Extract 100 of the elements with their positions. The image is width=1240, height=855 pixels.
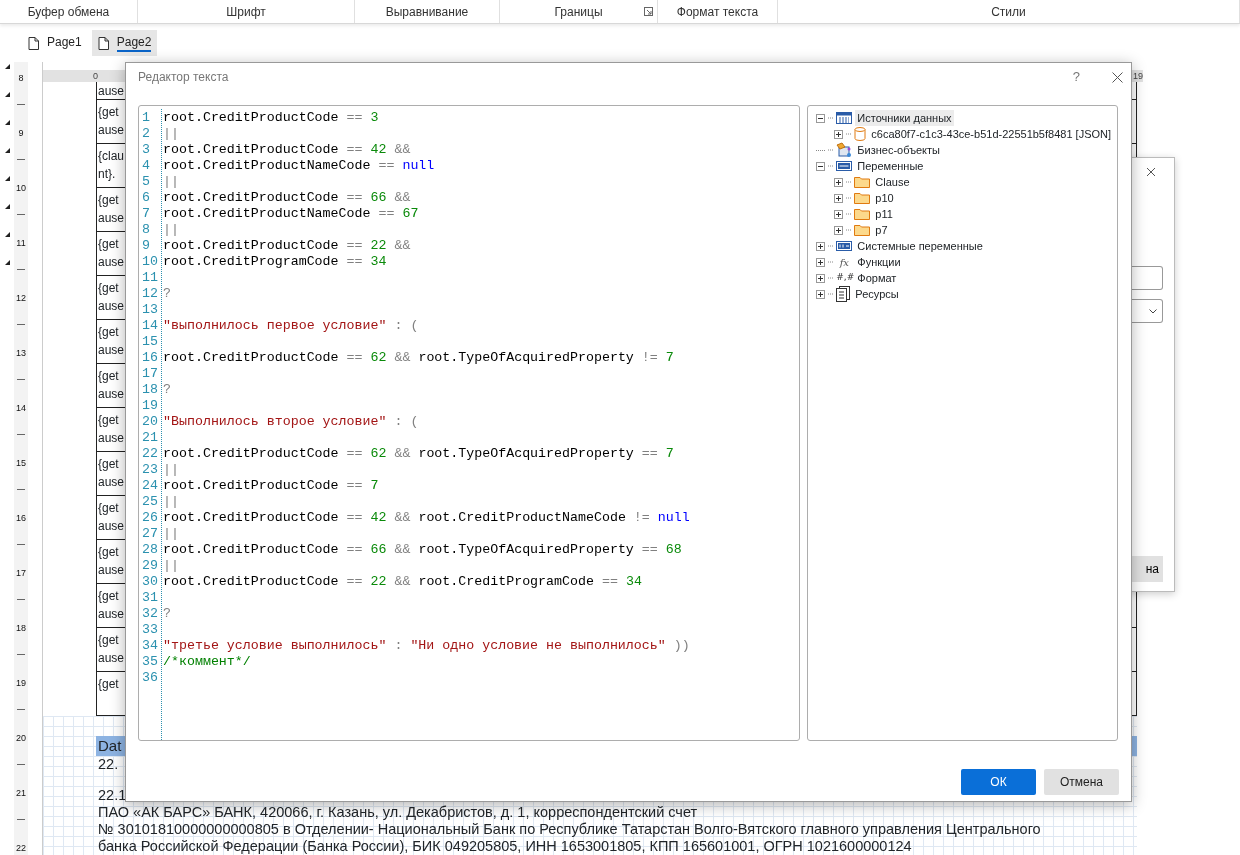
ruler-marker-icon <box>5 204 10 209</box>
expand-icon[interactable] <box>834 209 844 219</box>
line-number: 29 <box>142 558 158 574</box>
line-number: 8 <box>142 222 150 238</box>
line-number: 7 <box>142 206 150 222</box>
paragraph: банка Российской Федерации (Банка России), БИК 049205805, ИНН 1653001805, КПП 165601001, ОГРН 1021600000124 <box>97 838 912 855</box>
code-line: ? <box>163 286 171 302</box>
tree-item[interactable]: Источники данных <box>855 110 954 126</box>
line-number: 34 <box>142 638 158 654</box>
cell-text: {get <box>98 676 119 693</box>
code-editor[interactable] <box>138 105 801 741</box>
group-label: Границы <box>554 3 603 21</box>
code-line: || <box>163 558 179 574</box>
tree-line <box>828 261 834 263</box>
cell-text: {get <box>98 544 119 561</box>
tree-item[interactable]: p11 <box>873 206 895 222</box>
line-number: 22 <box>142 446 158 462</box>
code-line: root.CreditProductCode == 42 && <box>163 142 411 158</box>
tree-item[interactable]: Ресурсы <box>853 286 901 302</box>
expand-icon[interactable] <box>834 193 844 203</box>
ruler-number: 21 <box>16 788 26 799</box>
cell-text: ause <box>98 342 125 359</box>
collapse-icon[interactable] <box>816 113 826 123</box>
cell-text: nt}. <box>98 166 116 183</box>
expand-icon[interactable] <box>834 225 844 235</box>
close-icon[interactable] <box>1112 71 1123 83</box>
line-number: 9 <box>142 238 150 254</box>
ruler-marker-icon <box>5 176 10 181</box>
dialog-launcher-icon[interactable] <box>644 7 653 16</box>
cell-text: {get <box>98 236 119 253</box>
code-line: root.CreditProductNameCode == null <box>163 158 435 174</box>
tree-item[interactable]: c6ca80f7-c1c3-43ce-b51d-22551b5f8481 [JSON] <box>869 126 1114 142</box>
group-label: Шрифт <box>226 3 266 21</box>
cell-text: ause <box>98 474 125 491</box>
ruler-number: 14 <box>16 403 26 414</box>
code-line: || <box>163 222 179 238</box>
tree-item[interactable]: Переменные <box>855 158 926 174</box>
cell-text: ause <box>98 210 125 227</box>
code-line: root.CreditProductCode == 62 && root.TypeOfAcquiredProperty != 7 <box>163 350 674 366</box>
chevron-icon <box>1149 309 1157 314</box>
line-number: 16 <box>142 350 158 366</box>
ruler-number: 19 <box>16 678 26 689</box>
expand-icon[interactable] <box>816 257 826 267</box>
line-number: 14 <box>142 318 158 334</box>
tree-item[interactable]: Системные переменные <box>855 238 985 254</box>
ruler-number: 13 <box>16 348 26 359</box>
expand-icon[interactable] <box>834 177 844 187</box>
cell-text: ause <box>98 83 125 100</box>
line-number: 35 <box>142 654 158 670</box>
format-icon: #,# <box>836 271 853 285</box>
line-number: 5 <box>142 174 150 190</box>
expand-icon[interactable] <box>816 289 826 299</box>
help-button[interactable]: ? <box>1072 67 1080 87</box>
line-number: 15 <box>142 334 158 350</box>
cell-text: ause <box>98 518 125 535</box>
tree-item[interactable]: p7 <box>873 222 890 238</box>
group-label: Выравнивание <box>385 3 469 21</box>
line-number: 2 <box>142 126 150 142</box>
line-number: 19 <box>142 398 158 414</box>
code-line: || <box>163 174 179 190</box>
folder-icon <box>854 208 871 220</box>
code-line: root.CreditProgramCode == 34 <box>163 254 387 270</box>
ruler-number: 15 <box>16 458 26 469</box>
code-line: || <box>163 462 179 478</box>
line-number: 4 <box>142 158 150 174</box>
tree-item[interactable]: p10 <box>873 190 896 206</box>
page-tab[interactable]: Page2 <box>91 30 158 56</box>
ruler-marker-icon <box>5 232 10 237</box>
close-icon[interactable] <box>1146 167 1156 177</box>
code-line: "третье условие выполнилось" : "Ни одно условие не выполнилось" )) <box>163 638 690 654</box>
table-icon <box>836 112 853 124</box>
tree-item[interactable]: Функции <box>855 254 903 270</box>
ok-button[interactable]: ОК <box>961 769 1036 795</box>
tree-item[interactable]: Clause <box>873 174 912 190</box>
code-line: "выполнилось первое условие" : ( <box>163 318 419 334</box>
tree-item[interactable]: Бизнес-объекты <box>855 142 942 158</box>
page-icon <box>28 36 39 50</box>
code-line: || <box>163 494 179 510</box>
code-line: root.CreditProductCode == 7 <box>163 478 379 494</box>
ruler-marker-icon <box>5 148 10 153</box>
code-line: ? <box>163 382 171 398</box>
ruler-marker-icon <box>5 260 10 265</box>
cancel-button[interactable]: Отмена <box>1044 769 1119 795</box>
paragraph: 22. <box>97 756 119 773</box>
code-line: "Выполнилось второе условие" : ( <box>163 414 419 430</box>
cell-text: ause <box>98 122 125 139</box>
ruler-marker-icon <box>5 64 10 69</box>
expand-icon[interactable] <box>834 129 844 139</box>
expand-icon[interactable] <box>816 241 826 251</box>
expand-icon[interactable] <box>816 273 826 283</box>
tree-line <box>828 117 834 119</box>
page-tab[interactable]: Page1 <box>22 30 88 56</box>
tree-line <box>846 181 852 183</box>
ruler-number: 12 <box>16 293 26 304</box>
line-number: 21 <box>142 430 158 446</box>
tree-item[interactable]: Формат <box>855 270 899 286</box>
tree-line <box>828 277 834 279</box>
collapse-icon[interactable] <box>816 161 826 171</box>
code-line: root.CreditProductCode == 3 <box>163 110 379 126</box>
line-number: 27 <box>142 526 158 542</box>
